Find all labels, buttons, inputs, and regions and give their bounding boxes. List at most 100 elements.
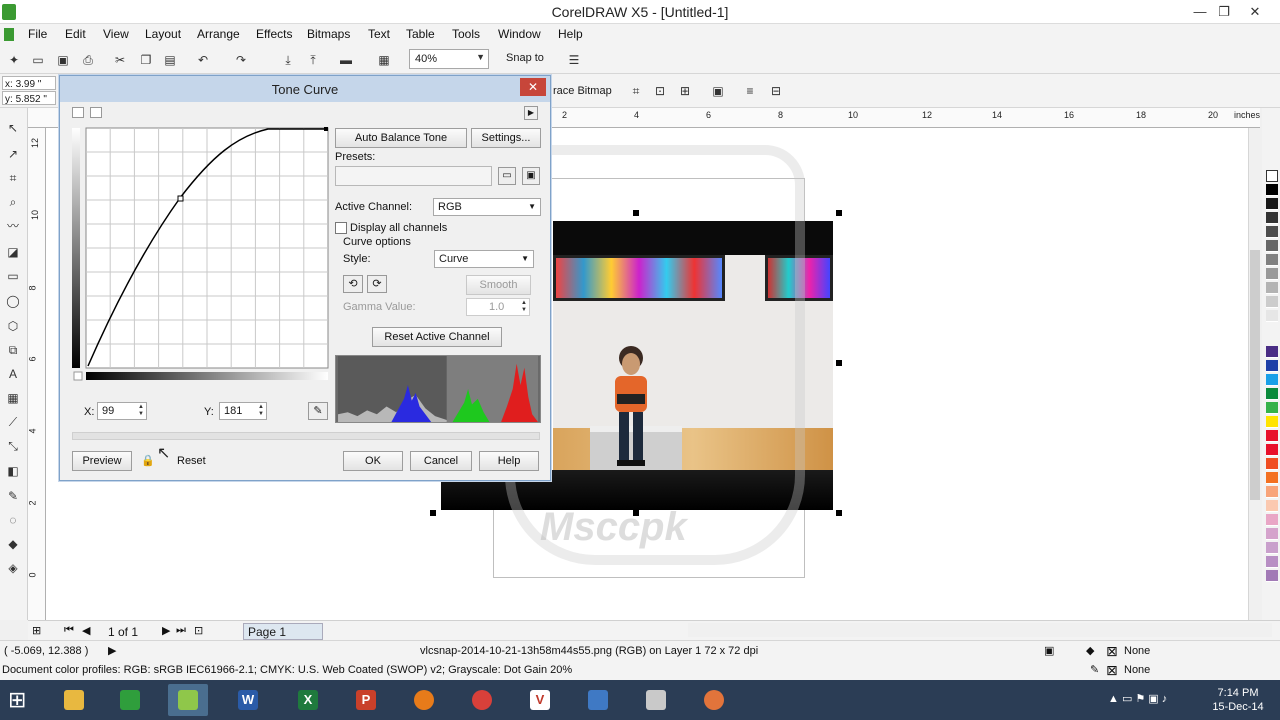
restore-button[interactable]: ❐ — [1209, 2, 1239, 22]
swatch-salmon[interactable] — [1266, 486, 1278, 498]
swatch-light-pink[interactable] — [1266, 528, 1278, 540]
pick-tool-icon[interactable]: ↖ — [5, 120, 21, 136]
previous-page-icon[interactable]: ◀ — [82, 624, 90, 637]
add-page-icon[interactable]: ⊡ — [194, 624, 203, 637]
powerpoint-icon[interactable]: P — [346, 684, 386, 716]
swatch-cyan[interactable] — [1266, 374, 1278, 386]
system-clock[interactable]: 7:14 PM 15-Dec-14 — [1200, 686, 1276, 714]
store-icon[interactable] — [110, 684, 150, 716]
cut-icon[interactable]: ✂ — [112, 52, 128, 68]
gamma-value-input[interactable]: 1.0 ▲ ▼ — [466, 298, 530, 316]
blend-tool-icon[interactable]: ◧ — [5, 463, 21, 479]
swatch-purple[interactable] — [1266, 346, 1278, 358]
coreldraw-taskbar-icon[interactable] — [168, 684, 208, 716]
crop-bitmap-icon[interactable]: ⌗ — [628, 83, 644, 99]
chrome-icon[interactable] — [462, 684, 502, 716]
redo-icon[interactable]: ↷ — [233, 52, 249, 68]
last-page-icon[interactable]: ⏭ — [176, 624, 186, 637]
swatch-70-black[interactable] — [1266, 226, 1278, 238]
preview-button[interactable]: Preview — [72, 451, 132, 471]
swatch-violet[interactable] — [1266, 570, 1278, 582]
active-channel-select[interactable]: RGB ▼ — [433, 198, 541, 216]
split-view-icon[interactable] — [72, 107, 84, 118]
media-player-icon[interactable] — [404, 684, 444, 716]
menu-bitmaps[interactable]: Bitmaps — [307, 27, 350, 41]
screen-recorder-icon[interactable] — [578, 684, 618, 716]
excel-icon[interactable]: X — [288, 684, 328, 716]
display-all-channels-checkbox[interactable] — [335, 222, 347, 234]
swatch-peach[interactable] — [1266, 500, 1278, 512]
eyedropper-tool-icon[interactable]: ✎ — [5, 488, 21, 504]
swatch-10-black[interactable] — [1266, 310, 1278, 322]
menu-help[interactable]: Help — [558, 27, 583, 41]
selection-handle[interactable] — [633, 210, 639, 216]
import-icon[interactable]: ⤓ — [280, 52, 296, 68]
spinner-arrows-icon[interactable]: ▲ ▼ — [138, 404, 144, 418]
help-button[interactable]: Help — [479, 451, 539, 471]
expand-panel-icon[interactable]: ▶ — [524, 106, 538, 120]
dialog-title-bar[interactable]: Tone Curve ✕ — [60, 76, 550, 102]
lock-icon[interactable]: 🔒 — [140, 453, 156, 469]
swatch-80-black[interactable] — [1266, 212, 1278, 224]
freehand-tool-icon[interactable]: 〰 — [5, 218, 21, 234]
welcome-screen-icon[interactable]: ▦ — [376, 52, 392, 68]
swatch-lilac[interactable] — [1266, 556, 1278, 568]
spinner-arrows-icon[interactable]: ▲ ▼ — [521, 300, 527, 314]
menu-arrange[interactable]: Arrange — [197, 27, 240, 41]
horizontal-scrollbar[interactable] — [688, 623, 1272, 637]
swatch-light-green[interactable] — [1266, 402, 1278, 414]
selection-handle[interactable] — [430, 510, 436, 516]
gradient-toggle-icon[interactable] — [73, 371, 83, 381]
menu-edit[interactable]: Edit — [65, 27, 86, 41]
x-value-input[interactable]: 99 ▲ ▼ — [97, 402, 147, 420]
snap-to-dropdown[interactable]: Snap to — [506, 52, 544, 64]
swatch-pink[interactable] — [1266, 514, 1278, 526]
swatch-lavender[interactable] — [1266, 542, 1278, 554]
presets-select[interactable] — [335, 166, 492, 186]
menu-text[interactable]: Text — [368, 27, 390, 41]
swatch-none[interactable] — [1266, 170, 1278, 182]
style-select[interactable]: Curve ▼ — [434, 250, 534, 268]
dimension-tool-icon[interactable]: ⟋ — [5, 414, 21, 430]
swatch-50-black[interactable] — [1266, 254, 1278, 266]
invert-curve-icon[interactable]: ⟳ — [367, 275, 387, 293]
next-page-icon[interactable]: ▶ — [162, 624, 170, 637]
windows-start-icon[interactable]: ⊞ — [8, 688, 26, 712]
save-icon[interactable]: ▣ — [55, 52, 71, 68]
application-launcher-icon[interactable]: ▬ — [338, 52, 354, 68]
swatch-orange-red[interactable] — [1266, 458, 1278, 470]
ok-button[interactable]: OK — [343, 451, 403, 471]
selection-handle[interactable] — [836, 360, 842, 366]
document-icon[interactable] — [4, 28, 14, 41]
trace-bitmap-button[interactable]: race Bitmap — [553, 85, 612, 97]
new-document-icon[interactable]: ✦ — [6, 52, 22, 68]
tone-curve-graph[interactable] — [72, 126, 330, 384]
dialog-close-button[interactable]: ✕ — [520, 78, 546, 96]
y-value-input[interactable]: 181 ▲ ▼ — [219, 402, 267, 420]
swatch-blue[interactable] — [1266, 360, 1278, 372]
settings-button[interactable]: Settings... — [471, 128, 541, 148]
smooth-button[interactable]: Smooth — [466, 275, 531, 295]
dialog-splitter[interactable] — [72, 432, 540, 440]
arrange-icon[interactable]: ⊟ — [768, 83, 784, 99]
tools-app-icon[interactable] — [636, 684, 676, 716]
x-position-input[interactable]: x: 3.99 " — [2, 76, 56, 90]
auto-balance-tone-button[interactable]: Auto Balance Tone — [335, 128, 467, 148]
shape-tool-icon[interactable]: ↗ — [5, 146, 21, 162]
curve-end-node[interactable] — [324, 127, 328, 131]
page-options-icon[interactable]: ⊞ — [32, 624, 41, 637]
connector-tool-icon[interactable]: ⤡ — [5, 438, 21, 454]
swatch-30-black[interactable] — [1266, 282, 1278, 294]
open-folder-icon[interactable]: ▭ — [498, 167, 516, 185]
reset-button[interactable]: Reset — [177, 455, 206, 467]
smart-fill-icon[interactable]: ◪ — [5, 244, 21, 260]
y-position-input[interactable]: y: 5.852 " — [2, 91, 56, 105]
menu-file[interactable]: File — [28, 27, 47, 41]
wrap-text-icon[interactable]: ≡ — [742, 83, 758, 99]
undo-icon[interactable]: ↶ — [195, 52, 211, 68]
tray-icons[interactable]: ▲ ▭ ⚑ ▣ ♪ — [1108, 692, 1167, 705]
crop-tool-icon[interactable]: ⌗ — [5, 170, 21, 186]
outline-tool-icon[interactable]: ◌ — [5, 512, 21, 528]
menu-window[interactable]: Window — [498, 27, 541, 41]
basic-shapes-icon[interactable]: ⧉ — [5, 342, 21, 358]
